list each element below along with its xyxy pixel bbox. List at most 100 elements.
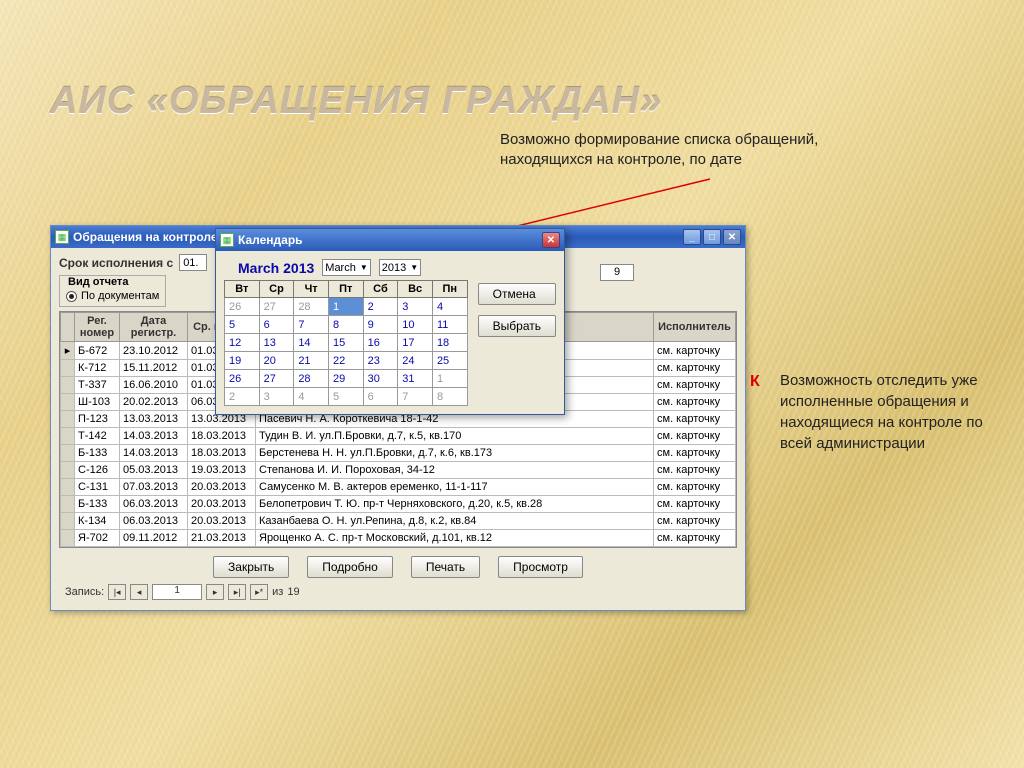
year-select[interactable]: 2013 (379, 259, 421, 276)
weekday-header: Ср (259, 281, 294, 298)
calendar-day[interactable]: 6 (363, 388, 398, 406)
record-label: Запись: (65, 586, 104, 598)
calendar-day[interactable]: 25 (432, 352, 467, 370)
calendar-day[interactable]: 30 (363, 370, 398, 388)
calendar-day[interactable]: 28 (294, 298, 329, 316)
calendar-day[interactable]: 29 (328, 370, 363, 388)
calendar-day[interactable]: 10 (398, 316, 433, 334)
nav-total: 19 (287, 586, 299, 598)
table-row[interactable]: К-13406.03.201320.03.2013Казанбаева О. Н… (61, 513, 736, 530)
calendar-day[interactable]: 5 (225, 316, 260, 334)
weekday-header: Пн (432, 281, 467, 298)
nav-of-label: из (272, 586, 283, 598)
srok-label: Срок исполнения с (59, 256, 173, 270)
calendar-day[interactable]: 26 (225, 370, 260, 388)
calendar-day[interactable]: 24 (398, 352, 433, 370)
calendar-day[interactable]: 2 (225, 388, 260, 406)
calendar-day[interactable]: 8 (328, 316, 363, 334)
calendar-day[interactable]: 8 (432, 388, 467, 406)
calendar-day[interactable]: 22 (328, 352, 363, 370)
calendar-title: Календарь (238, 233, 542, 247)
record-navigator: Запись: |◂ ◂ 1 ▸ ▸| ▸* из 19 (59, 582, 737, 602)
table-row[interactable]: Б-13314.03.201318.03.2013Берстенева Н. Н… (61, 445, 736, 462)
calendar-day[interactable]: 14 (294, 334, 329, 352)
calendar-day[interactable]: 7 (398, 388, 433, 406)
nav-first[interactable]: |◂ (108, 584, 126, 600)
calendar-day[interactable]: 15 (328, 334, 363, 352)
calendar-day[interactable]: 5 (328, 388, 363, 406)
radio-label: По документам (81, 290, 159, 302)
radio-by-documents[interactable]: По документам (66, 290, 159, 302)
nav-new[interactable]: ▸* (250, 584, 268, 600)
calendar-icon: ▦ (220, 233, 234, 247)
calendar-day[interactable]: 3 (398, 298, 433, 316)
maximize-button[interactable]: □ (703, 229, 721, 245)
report-type-label: Вид отчета (66, 276, 130, 288)
calendar-day[interactable]: 7 (294, 316, 329, 334)
calendar-day[interactable]: 11 (432, 316, 467, 334)
table-row[interactable]: С-12605.03.201319.03.2013Степанова И. И.… (61, 462, 736, 479)
calendar-day[interactable]: 28 (294, 370, 329, 388)
calendar-day[interactable]: 16 (363, 334, 398, 352)
slide-title: АИС «ОБРАЩЕНИЯ ГРАЖДАН» (50, 80, 662, 123)
calendar-day[interactable]: 4 (432, 298, 467, 316)
weekday-header: Сб (363, 281, 398, 298)
weekday-header: Чт (294, 281, 329, 298)
weekday-header: Пт (328, 281, 363, 298)
calendar-day[interactable]: 4 (294, 388, 329, 406)
calendar-day[interactable]: 6 (259, 316, 294, 334)
print-button[interactable]: Печать (411, 556, 480, 578)
table-row[interactable]: Б-13306.03.201320.03.2013Белопетрович Т.… (61, 496, 736, 513)
month-title: March 2013 (238, 260, 314, 276)
calendar-day[interactable]: 9 (363, 316, 398, 334)
calendar-day[interactable]: 1 (432, 370, 467, 388)
caption-right: Возможность отследить уже исполненные об… (780, 370, 1000, 454)
calendar-day[interactable]: 12 (225, 334, 260, 352)
detail-button[interactable]: Подробно (307, 556, 393, 578)
caption-top: Возможно формирование списка обращений, … (500, 130, 850, 171)
date-from-field[interactable]: 01. (179, 254, 207, 271)
calendar-grid[interactable]: ВтСрЧтПтСбВсПн 2627281234567891011121314… (224, 280, 468, 406)
form-icon: ▦ (55, 230, 69, 244)
radio-dot-icon (66, 291, 77, 302)
marker-k: К (750, 373, 760, 391)
col-reg[interactable]: Рег. номер (75, 313, 120, 342)
calendar-day[interactable]: 27 (259, 298, 294, 316)
calendar-close-button[interactable]: ✕ (542, 232, 560, 248)
calendar-day[interactable]: 18 (432, 334, 467, 352)
calendar-day[interactable]: 1 (328, 298, 363, 316)
calendar-day[interactable]: 2 (363, 298, 398, 316)
calendar-day[interactable]: 23 (363, 352, 398, 370)
table-row[interactable]: Т-14214.03.201318.03.2013Тудин В. И. ул.… (61, 428, 736, 445)
calendar-day[interactable]: 20 (259, 352, 294, 370)
calendar-dialog: ▦ Календарь ✕ March 2013 March 2013 ВтСр… (215, 228, 565, 415)
col-exec[interactable]: Исполнитель (654, 313, 736, 342)
preview-button[interactable]: Просмотр (498, 556, 583, 578)
calendar-day[interactable]: 19 (225, 352, 260, 370)
close-form-button[interactable]: Закрыть (213, 556, 289, 578)
close-button[interactable]: ✕ (723, 229, 741, 245)
calendar-day[interactable]: 27 (259, 370, 294, 388)
count-badge: 9 (600, 264, 634, 281)
table-row[interactable]: С-13107.03.201320.03.2013Самусенко М. В.… (61, 479, 736, 496)
calendar-day[interactable]: 3 (259, 388, 294, 406)
nav-prev[interactable]: ◂ (130, 584, 148, 600)
col-date[interactable]: Дата регистр. (120, 313, 188, 342)
weekday-header: Вт (225, 281, 260, 298)
calendar-day[interactable]: 17 (398, 334, 433, 352)
report-type-group: Вид отчета По документам (59, 275, 166, 307)
calendar-day[interactable]: 13 (259, 334, 294, 352)
calendar-titlebar[interactable]: ▦ Календарь ✕ (216, 229, 564, 251)
nav-last[interactable]: ▸| (228, 584, 246, 600)
minimize-button[interactable]: _ (683, 229, 701, 245)
select-button[interactable]: Выбрать (478, 315, 556, 337)
nav-position[interactable]: 1 (152, 584, 202, 600)
calendar-day[interactable]: 21 (294, 352, 329, 370)
nav-next[interactable]: ▸ (206, 584, 224, 600)
calendar-day[interactable]: 31 (398, 370, 433, 388)
month-select[interactable]: March (322, 259, 370, 276)
table-row[interactable]: Я-70209.11.201221.03.2013Ярощенко А. С. … (61, 530, 736, 547)
cancel-button[interactable]: Отмена (478, 283, 556, 305)
calendar-day[interactable]: 26 (225, 298, 260, 316)
weekday-header: Вс (398, 281, 433, 298)
